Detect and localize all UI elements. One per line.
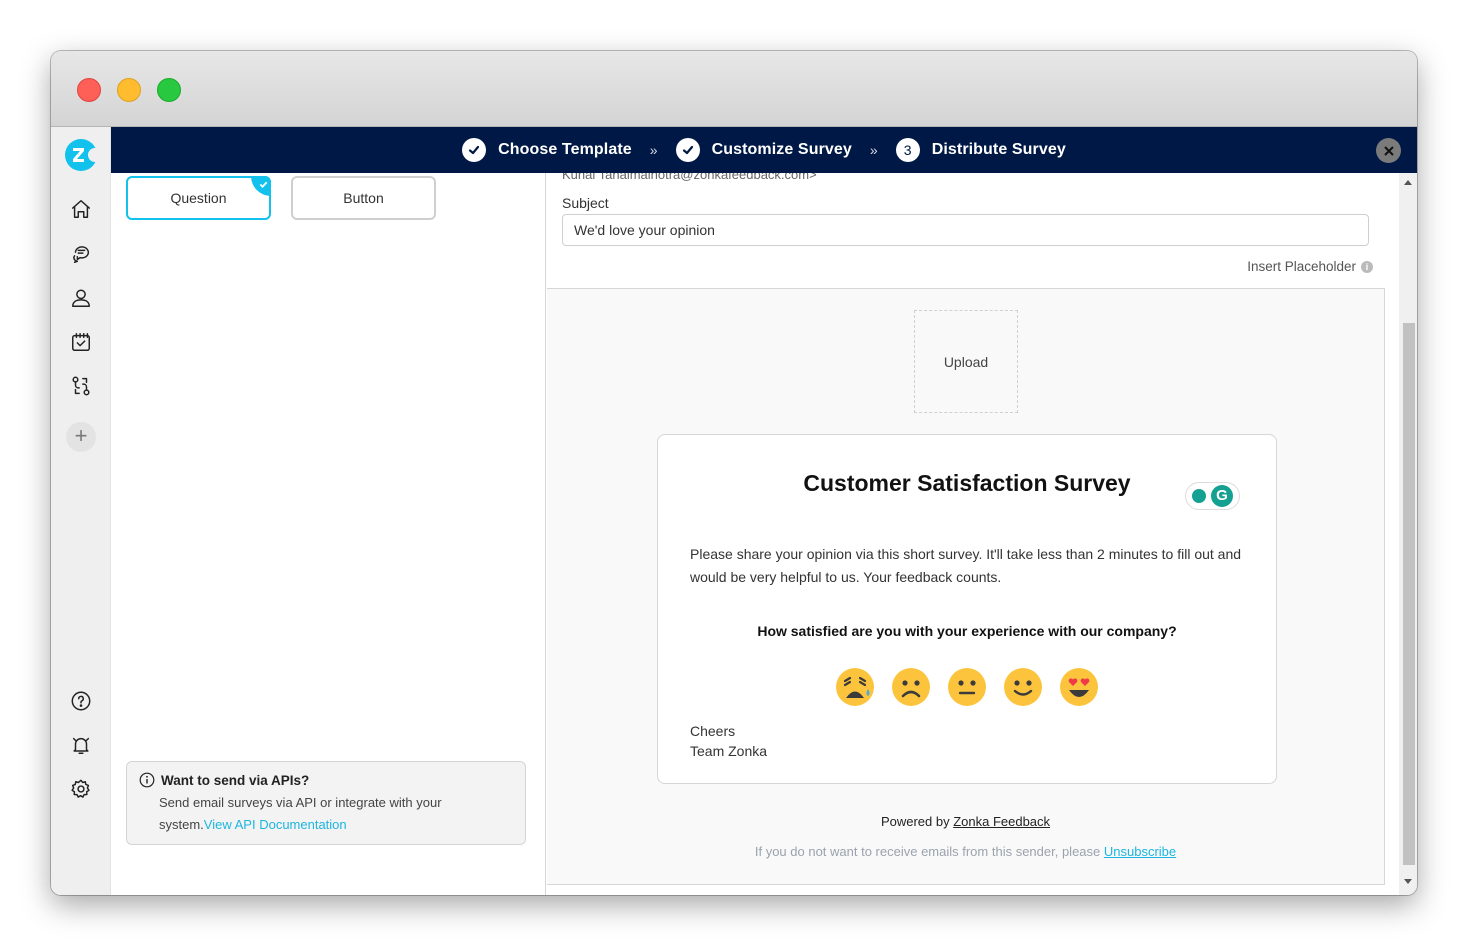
workflow-icon[interactable] [69, 374, 93, 398]
upload-label: Upload [943, 353, 989, 370]
unsubscribe-notice: If you do not want to receive emails fro… [547, 844, 1384, 859]
info-icon [139, 772, 155, 788]
grammarly-icon: G [1211, 485, 1233, 507]
scroll-thumb[interactable] [1403, 323, 1415, 865]
powered-prefix: Powered by [880, 814, 954, 829]
powered-by: Powered by Zonka Feedback [547, 814, 1384, 829]
step-label: Customize Survey [711, 141, 852, 158]
grammarly-widget[interactable]: G [1185, 482, 1240, 510]
zonka-feedback-link[interactable]: Zonka Feedback [953, 814, 1050, 829]
dissatisfied-emoji-icon[interactable] [891, 667, 931, 707]
scroll-up-arrow-icon[interactable] [1404, 180, 1412, 185]
subject-input[interactable] [562, 214, 1369, 246]
option-label: Button [343, 190, 384, 206]
very-dissatisfied-emoji-icon[interactable] [835, 667, 875, 707]
scroll-down-arrow-icon[interactable] [1404, 879, 1412, 884]
api-title: Want to send via APIs? [161, 772, 310, 788]
api-info-box: Want to send via APIs? Send email survey… [126, 761, 526, 845]
bell-icon[interactable] [69, 733, 93, 757]
option-question[interactable]: Question [126, 176, 271, 220]
subject-label: Subject [562, 195, 609, 211]
bulb-icon [1192, 489, 1206, 503]
step-separator: » [649, 142, 658, 158]
close-wizard-button[interactable] [1376, 138, 1401, 163]
option-label: Question [170, 190, 227, 206]
user-icon[interactable] [69, 286, 93, 310]
check-icon [462, 138, 487, 162]
title-bar [51, 51, 1417, 127]
step-label: Choose Template [498, 141, 632, 158]
selected-check-icon [251, 176, 271, 196]
add-button[interactable]: + [66, 422, 96, 452]
survey-question[interactable]: How satisfied are you with your experien… [658, 623, 1276, 639]
gear-icon[interactable] [69, 777, 93, 801]
unsubscribe-link[interactable]: Unsubscribe [1104, 844, 1176, 859]
survey-title[interactable]: Customer Satisfaction Survey [658, 470, 1276, 497]
maximize-window-button[interactable] [157, 78, 181, 102]
option-button[interactable]: Button [291, 176, 436, 220]
step-choose-template[interactable]: Choose Template [462, 138, 632, 162]
help-icon[interactable] [69, 689, 93, 713]
app-window: + R Choose Template » Customize Survey » [51, 51, 1417, 895]
very-satisfied-emoji-icon[interactable] [1059, 667, 1099, 707]
close-icon [1383, 145, 1394, 156]
insert-placeholder-button[interactable]: Insert Placeholder i [1247, 259, 1373, 274]
calendar-check-icon[interactable] [69, 330, 93, 354]
unsubscribe-text: If you do not want to receive emails fro… [754, 844, 1104, 859]
step-customize-survey[interactable]: Customize Survey [675, 138, 852, 162]
info-icon[interactable]: i [1361, 260, 1373, 273]
signoff[interactable]: Cheers Team Zonka [690, 721, 767, 761]
close-window-button[interactable] [77, 78, 101, 102]
email-editor-panel: Kunal Tanalmalhotra@zonkafeedback.com> S… [547, 167, 1389, 895]
survey-email-card: Customer Satisfaction Survey G Please sh… [657, 434, 1277, 784]
upload-logo-button[interactable]: Upload [914, 310, 1018, 413]
neutral-emoji-icon[interactable] [947, 667, 987, 707]
email-preview: Upload Customer Satisfaction Survey G Pl… [547, 288, 1385, 885]
check-icon [675, 138, 700, 162]
signoff-line-1: Cheers [690, 723, 736, 739]
signoff-line-2: Team Zonka [690, 743, 768, 759]
sidebar: + R [51, 127, 111, 895]
home-icon[interactable] [69, 197, 93, 221]
zonka-logo[interactable] [65, 139, 102, 171]
insert-placeholder-label: Insert Placeholder [1247, 259, 1356, 274]
step-label: Distribute Survey [931, 141, 1066, 158]
step-number: 3 [895, 138, 920, 162]
satisfied-emoji-icon[interactable] [1003, 667, 1043, 707]
survey-intro[interactable]: Please share your opinion via this short… [690, 543, 1244, 589]
chat-icon[interactable] [69, 242, 93, 266]
api-docs-link[interactable]: View API Documentation [204, 817, 347, 832]
design-options-panel: Question Button Want to send via APIs? S… [111, 173, 546, 895]
wizard-bar: Choose Template » Customize Survey » 3 D… [111, 127, 1417, 173]
vertical-scrollbar[interactable] [1399, 173, 1417, 895]
step-separator: » [869, 142, 878, 158]
step-distribute-survey[interactable]: 3 Distribute Survey [895, 138, 1066, 162]
rating-emoji-row [658, 667, 1276, 707]
wizard-steps: Choose Template » Customize Survey » 3 D… [111, 127, 1417, 173]
minimize-window-button[interactable] [117, 78, 141, 102]
